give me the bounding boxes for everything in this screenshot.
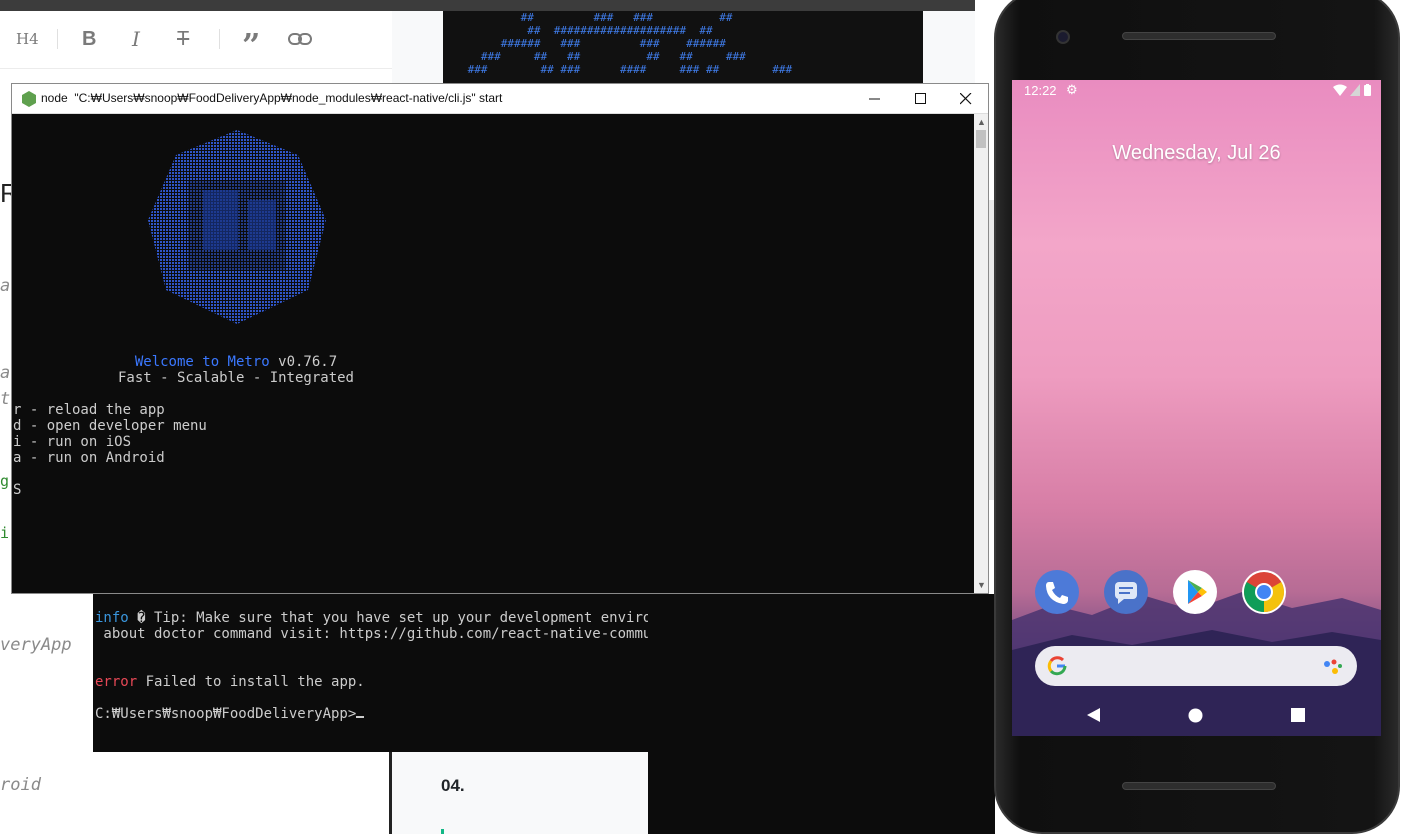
browser-tab-bar — [0, 0, 975, 11]
command-ios: i - run on iOS — [13, 434, 132, 450]
wifi-icon — [1332, 84, 1347, 96]
close-button[interactable] — [943, 84, 989, 114]
link-button[interactable] — [287, 27, 313, 51]
metro-version: v0.76.7 — [278, 354, 338, 370]
recents-icon[interactable] — [1291, 708, 1305, 722]
editor-toolbar: H4 B I T ” — [0, 11, 392, 69]
signal-icon — [1350, 84, 1361, 96]
editor-fragment: veryApp — [0, 635, 72, 655]
console-output[interactable]: Welcome to Metro v0.76.7 Fast - Scalable… — [12, 114, 974, 593]
google-icon — [1047, 656, 1067, 676]
assistant-icon[interactable] — [1323, 658, 1343, 676]
info-tag: info — [95, 610, 129, 626]
metro-logo-icon — [148, 130, 326, 324]
status-icons — [1332, 84, 1371, 99]
messages-app-icon[interactable] — [1104, 570, 1148, 614]
editor-fragment: a — [0, 363, 11, 383]
preview-ascii-art: ## ### ### ## ## #################### ##… — [443, 11, 923, 87]
home-icon[interactable] — [1188, 708, 1203, 723]
editor-fragment: g — [0, 472, 10, 490]
desktop: H4 B I T ” ## ### ### ## ## ############… — [0, 0, 1401, 834]
play-store-app-icon[interactable] — [1173, 570, 1217, 614]
scrollbar-thumb[interactable] — [976, 130, 986, 148]
phone-screen[interactable]: 12:22 ⚙ Wednesday, Jul 26 — [1012, 80, 1381, 736]
navigation-bar — [1012, 698, 1381, 736]
bold-button[interactable]: B — [82, 27, 96, 51]
window-titlebar[interactable]: node "C:₩Users₩snoop₩FoodDeliveryApp₩nod… — [12, 84, 988, 114]
welcome-text: Welcome to Metro — [134, 354, 279, 370]
heading4-button[interactable]: H4 — [16, 27, 39, 51]
bottom-speaker — [1122, 782, 1276, 790]
text-cursor — [356, 716, 365, 718]
cmd-window[interactable]: info � Tip: Make sure that you have set … — [93, 594, 648, 752]
info-line: about doctor command visit: https://gith… — [95, 626, 648, 642]
chrome-app-icon[interactable] — [1242, 570, 1286, 614]
battery-icon — [1364, 84, 1371, 96]
status-clock: 12:22 — [1024, 83, 1057, 98]
editor-fragment: t — [0, 389, 11, 409]
earpiece — [1122, 32, 1276, 40]
preview-marker — [441, 829, 444, 834]
settings-gear-icon: ⚙ — [1066, 82, 1078, 97]
window-title: node "C:₩Users₩snoop₩FoodDeliveryApp₩nod… — [41, 91, 503, 105]
maximize-button[interactable] — [898, 84, 944, 114]
status-bar: 12:22 ⚙ — [1012, 80, 1381, 102]
preview-heading: 04. — [441, 776, 465, 795]
toolbar-divider — [219, 29, 220, 49]
scroll-up-icon[interactable]: ▲ — [977, 117, 986, 127]
strikethrough-button[interactable]: T — [177, 27, 189, 51]
close-icon — [960, 93, 972, 105]
minimize-button[interactable] — [852, 84, 898, 114]
toolbar-divider — [57, 29, 58, 49]
front-camera — [1056, 30, 1070, 44]
google-search-bar[interactable] — [1035, 646, 1357, 686]
link-icon — [288, 33, 312, 45]
italic-button[interactable]: I — [132, 27, 140, 51]
minimize-icon — [869, 98, 880, 100]
console-trailing-text: S — [13, 482, 22, 498]
nodejs-icon — [22, 91, 36, 107]
info-line: � Tip: Make sure that you have set up yo… — [128, 610, 648, 626]
quote-button[interactable]: ” — [242, 29, 260, 61]
command-dev-menu: d - open developer menu — [13, 418, 207, 434]
home-date[interactable]: Wednesday, Jul 26 — [1012, 142, 1381, 165]
editor-fragment: i — [0, 524, 10, 542]
phone-app-icon[interactable] — [1035, 570, 1079, 614]
console-scrollbar[interactable]: ▲ ▼ — [974, 114, 988, 593]
editor-fragment: a — [0, 276, 11, 296]
back-icon[interactable] — [1086, 707, 1102, 723]
node-console-window[interactable]: node "C:₩Users₩snoop₩FoodDeliveryApp₩nod… — [11, 83, 989, 594]
command-reload: r - reload the app — [13, 402, 165, 418]
terminal-background — [648, 594, 995, 834]
editor-fragment: roid — [0, 775, 41, 795]
error-message: Failed to install the app. — [137, 674, 365, 690]
maximize-icon — [915, 93, 926, 104]
scroll-down-icon[interactable]: ▼ — [977, 580, 986, 590]
error-tag: error — [95, 674, 138, 690]
command-prompt: C:₩Users₩snoop₩FoodDeliveryApp> — [95, 706, 357, 722]
metro-tagline: Fast - Scalable - Integrated — [117, 370, 354, 386]
command-android: a - run on Android — [13, 450, 165, 466]
